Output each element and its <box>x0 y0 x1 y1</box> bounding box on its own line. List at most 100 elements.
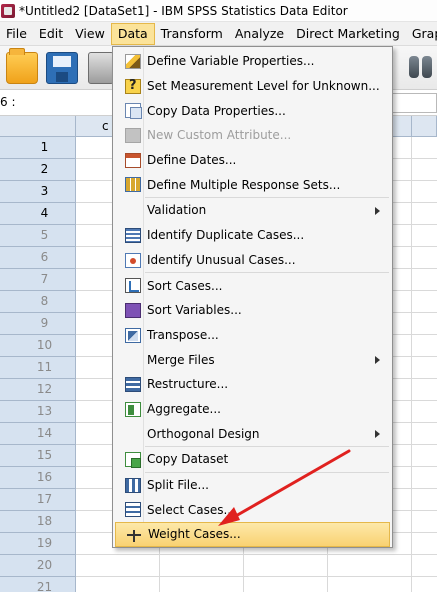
menuitem-validation[interactable]: Validation <box>113 198 392 223</box>
row-header[interactable]: 16 <box>0 467 76 489</box>
row-header[interactable]: 6 <box>0 247 76 269</box>
grid-corner[interactable] <box>0 116 76 137</box>
row-header[interactable]: 3 <box>0 181 76 203</box>
row-header[interactable]: 7 <box>0 269 76 291</box>
window-title: *Untitled2 [DataSet1] - IBM SPSS Statist… <box>19 3 348 18</box>
menuitem-transpose[interactable]: Transpose... <box>113 323 392 348</box>
menuitem-label: Weight Cases... <box>148 527 241 542</box>
menuitem-label: Copy Dataset <box>147 452 229 467</box>
transpose-icon <box>125 327 141 343</box>
menuitem-label: Define Dates... <box>147 153 237 168</box>
menuitem-label: Sort Cases... <box>147 278 223 293</box>
menuitem-label: Orthogonal Design <box>147 426 260 441</box>
menuitem-copy-data-properties[interactable]: Copy Data Properties... <box>113 98 392 123</box>
row-headers: 1 2 3 4 5 6 7 8 9 10 11 12 13 14 15 16 1… <box>0 137 76 592</box>
scale-icon <box>126 528 142 543</box>
spss-app-icon <box>1 3 15 18</box>
menuitem-label: Transpose... <box>147 327 219 342</box>
find-binoculars-icon[interactable] <box>408 54 434 80</box>
menu-view[interactable]: View <box>69 23 111 45</box>
menu-edit[interactable]: Edit <box>33 23 69 45</box>
custom-attribute-icon <box>125 128 141 144</box>
cell-value-field[interactable] <box>392 93 437 113</box>
sort-cases-icon <box>125 278 141 294</box>
menuitem-define-dates[interactable]: Define Dates... <box>113 148 392 173</box>
submenu-arrow-icon <box>375 356 380 365</box>
open-folder-icon[interactable] <box>6 48 38 84</box>
duplicate-cases-icon <box>125 227 141 243</box>
menu-direct-marketing[interactable]: Direct Marketing <box>290 23 406 45</box>
menuitem-new-custom-attribute: New Custom Attribute... <box>113 123 392 148</box>
menuitem-define-multiple-response-sets[interactable]: Define Multiple Response Sets... <box>113 172 392 197</box>
menuitem-label: Define Variable Properties... <box>147 54 315 69</box>
menuitem-label: New Custom Attribute... <box>147 128 292 143</box>
menuitem-label: Define Multiple Response Sets... <box>147 177 341 192</box>
menuitem-sort-variables[interactable]: Sort Variables... <box>113 298 392 323</box>
grid-icon <box>125 177 141 193</box>
menuitem-sort-cases[interactable]: Sort Cases... <box>113 273 392 298</box>
cell-reference-label: 6 : <box>0 95 16 109</box>
calendar-icon <box>125 152 141 168</box>
row-header[interactable]: 2 <box>0 159 76 181</box>
save-icon[interactable] <box>46 52 78 84</box>
menuitem-label: Restructure... <box>147 377 229 392</box>
row-header[interactable]: 18 <box>0 511 76 533</box>
print-icon[interactable] <box>88 52 114 84</box>
row-header[interactable]: 11 <box>0 357 76 379</box>
menuitem-identify-duplicate-cases[interactable]: Identify Duplicate Cases... <box>113 223 392 248</box>
title-bar: *Untitled2 [DataSet1] - IBM SPSS Statist… <box>0 0 437 22</box>
select-cases-icon <box>125 502 141 518</box>
menuitem-label: Identify Duplicate Cases... <box>147 228 305 243</box>
unusual-cases-icon <box>125 252 141 268</box>
menuitem-set-measurement-level[interactable]: Set Measurement Level for Unknown... <box>113 74 392 99</box>
menuitem-label: Merge Files <box>147 352 215 367</box>
copy-properties-icon <box>125 103 142 120</box>
menuitem-label: Validation <box>147 203 207 218</box>
menuitem-split-file[interactable]: Split File... <box>113 473 392 498</box>
menuitem-label: Sort Variables... <box>147 303 242 318</box>
row-header[interactable]: 12 <box>0 379 76 401</box>
row-header[interactable]: 5 <box>0 225 76 247</box>
restructure-icon <box>125 376 141 392</box>
menuitem-orthogonal-design[interactable]: Orthogonal Design <box>113 421 392 446</box>
split-file-icon <box>125 477 141 493</box>
row-header[interactable]: 13 <box>0 401 76 423</box>
menuitem-label: Identify Unusual Cases... <box>147 252 296 267</box>
submenu-arrow-icon <box>375 207 380 216</box>
menu-data[interactable]: Data <box>110 22 155 45</box>
menu-graphs[interactable]: Graphs <box>406 23 437 45</box>
row-header[interactable]: 4 <box>0 203 76 225</box>
data-menu-dropdown: Define Variable Properties... Set Measur… <box>112 46 393 548</box>
row-header[interactable]: 1 <box>0 137 76 159</box>
row-header[interactable]: 14 <box>0 423 76 445</box>
row-header[interactable]: 21 <box>0 577 76 592</box>
row-header[interactable]: 8 <box>0 291 76 313</box>
row-header[interactable]: 20 <box>0 555 76 577</box>
sort-variables-icon <box>125 302 141 318</box>
menuitem-merge-files[interactable]: Merge Files <box>113 347 392 372</box>
menu-analyze[interactable]: Analyze <box>229 23 290 45</box>
submenu-arrow-icon <box>375 430 380 439</box>
menuitem-aggregate[interactable]: Aggregate... <box>113 397 392 422</box>
menuitem-weight-cases[interactable]: Weight Cases... <box>115 522 390 547</box>
menu-transform[interactable]: Transform <box>155 23 229 45</box>
pencil-icon <box>125 54 141 69</box>
copy-dataset-icon <box>125 452 141 468</box>
column-header[interactable] <box>412 116 437 137</box>
menuitem-define-variable-properties[interactable]: Define Variable Properties... <box>113 49 392 74</box>
row-header[interactable]: 10 <box>0 335 76 357</box>
menuitem-identify-unusual-cases[interactable]: Identify Unusual Cases... <box>113 248 392 273</box>
menuitem-select-cases[interactable]: Select Cases... <box>113 497 392 522</box>
row-header[interactable]: 17 <box>0 489 76 511</box>
row-header[interactable]: 15 <box>0 445 76 467</box>
menuitem-label: Split File... <box>147 478 209 493</box>
menu-bar: File Edit View Data Transform Analyze Di… <box>0 22 437 46</box>
row-header[interactable]: 9 <box>0 313 76 335</box>
menuitem-label: Copy Data Properties... <box>147 103 286 118</box>
menuitem-label: Aggregate... <box>147 401 221 416</box>
menuitem-copy-dataset[interactable]: Copy Dataset <box>113 447 392 472</box>
row-header[interactable]: 19 <box>0 533 76 555</box>
question-icon <box>125 78 141 94</box>
menu-file[interactable]: File <box>0 23 33 45</box>
menuitem-restructure[interactable]: Restructure... <box>113 372 392 397</box>
